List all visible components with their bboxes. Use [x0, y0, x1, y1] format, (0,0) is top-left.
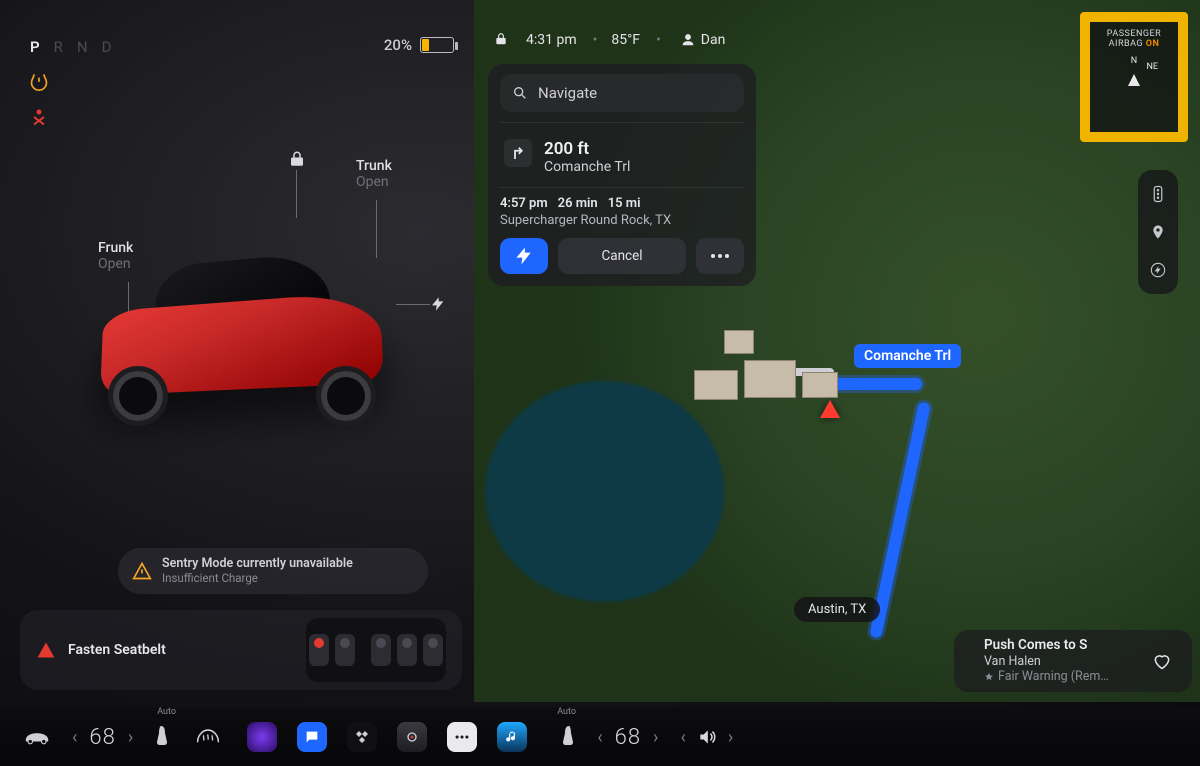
defrost-button[interactable] — [195, 721, 221, 753]
gear-p: P — [30, 38, 42, 56]
status-time: 4:31 pm — [526, 32, 577, 48]
music-app[interactable] — [497, 722, 527, 752]
car-controls-button[interactable] — [22, 721, 52, 753]
nav-step-street: Comanche Trl — [544, 159, 630, 175]
map-pane[interactable]: Comanche Trl Austin, TX 4:31 pm 85°F Dan… — [474, 0, 1200, 702]
map-pin-button[interactable] — [1148, 222, 1168, 242]
nav-eta-duration: 26 min — [558, 196, 598, 211]
messages-app[interactable] — [297, 722, 327, 752]
seatbelt-warning-icon — [28, 106, 50, 128]
map-status-bar: 4:31 pm 85°F Dan — [494, 32, 725, 48]
vehicle-render — [20, 180, 440, 460]
sentry-warning[interactable]: Sentry Mode currently unavailable Insuff… — [118, 548, 428, 594]
passenger-temp-value[interactable]: 68 — [615, 725, 641, 750]
seatbelt-label: Fasten Seatbelt — [68, 642, 166, 658]
favorite-button[interactable] — [1152, 651, 1172, 671]
nav-more-button[interactable] — [696, 238, 744, 274]
battery-percent: 20% — [384, 36, 412, 54]
gear-d: D — [102, 38, 114, 56]
gear-selector: P R N D — [30, 38, 113, 56]
compass-arrow-icon — [1128, 74, 1140, 86]
user-icon — [681, 33, 695, 47]
source-icon — [984, 672, 994, 682]
driver-seat-heat-button[interactable]: Auto — [153, 721, 177, 753]
volume-down[interactable]: ‹ — [678, 727, 687, 748]
passenger-temp-control: ‹ 68 › — [595, 725, 660, 750]
nav-eta-distance: 15 mi — [608, 196, 641, 211]
volume-control: ‹ › — [678, 727, 735, 748]
passenger-temp-up[interactable]: › — [651, 727, 660, 748]
track-artist: Van Halen — [984, 654, 1124, 670]
battery-indicator[interactable]: 20% — [384, 36, 454, 54]
supercharger-map-button[interactable] — [1148, 260, 1168, 280]
airbag-compass-highlight: PASSENGER AIRBAG ON N NE — [1080, 12, 1188, 142]
nav-eta-time: 4:57 pm — [500, 196, 548, 211]
supercharger-icon — [514, 246, 534, 266]
passenger-airbag-indicator: PASSENGER AIRBAG ON — [1107, 30, 1161, 50]
cancel-navigation-button[interactable]: Cancel — [558, 238, 686, 274]
warning-triangle-icon — [132, 561, 152, 581]
map-toolbar — [1138, 170, 1178, 294]
seatbelt-row: Fasten Seatbelt — [20, 610, 462, 690]
passenger-seat-heat-button[interactable]: Auto — [553, 721, 577, 753]
volume-icon[interactable] — [696, 727, 718, 747]
status-temp: 85°F — [593, 32, 640, 48]
search-icon — [512, 85, 528, 101]
driver-temp-down[interactable]: ‹ — [70, 727, 79, 748]
map-road-label: Comanche Trl — [854, 344, 961, 368]
tidal-app[interactable] — [347, 722, 377, 752]
lock-icon[interactable] — [494, 32, 510, 48]
nav-search-placeholder: Navigate — [538, 84, 597, 102]
gear-n: N — [77, 38, 90, 56]
passenger-temp-down[interactable]: ‹ — [595, 727, 604, 748]
track-title: Push Comes to S — [984, 637, 1124, 654]
driver-profile[interactable]: Dan — [656, 32, 725, 48]
dashcam-app[interactable] — [247, 722, 277, 752]
tire-pressure-warning-icon — [28, 70, 50, 92]
battery-icon — [420, 37, 454, 53]
supercharger-button[interactable] — [500, 238, 548, 274]
sentry-subtitle: Insufficient Charge — [162, 571, 258, 585]
driver-name: Dan — [701, 32, 726, 48]
sentry-title: Sentry Mode currently unavailable — [162, 556, 353, 571]
driver-temp-value[interactable]: 68 — [89, 725, 115, 750]
volume-up[interactable]: › — [726, 727, 735, 748]
seat-occupancy[interactable] — [306, 618, 446, 682]
more-icon — [710, 253, 730, 259]
gear-r: R — [54, 38, 65, 56]
traffic-lights-button[interactable] — [1148, 184, 1168, 204]
all-apps-button[interactable] — [447, 722, 477, 752]
navigation-card: Navigate 200 ft Comanche Trl 4:57 pm 26 … — [488, 64, 756, 286]
nav-search-input[interactable]: Navigate — [500, 74, 744, 112]
nav-destination: Supercharger Round Rock, TX — [500, 213, 744, 228]
bottom-dock: ‹ 68 › Auto — [0, 708, 1200, 766]
driver-temp-control: ‹ 68 › — [70, 725, 135, 750]
nav-step-distance: 200 ft — [544, 139, 630, 159]
lock-icon[interactable] — [288, 150, 306, 168]
map-city-pill[interactable]: Austin, TX — [794, 597, 880, 622]
turn-right-icon — [504, 139, 532, 167]
vehicle-marker-icon — [820, 400, 840, 418]
app-tray — [247, 722, 527, 752]
car-status-pane: P R N D 20% Frunk Open Trunk Open — [0, 0, 474, 702]
compass[interactable]: N NE — [1112, 56, 1156, 100]
media-bar: Push Comes to S Van Halen Fair Warning (… — [954, 630, 1192, 692]
track-album: Fair Warning (Rem… — [998, 669, 1109, 685]
warning-triangle-icon — [36, 640, 56, 660]
driver-temp-up[interactable]: › — [126, 727, 135, 748]
camera-app[interactable] — [397, 722, 427, 752]
